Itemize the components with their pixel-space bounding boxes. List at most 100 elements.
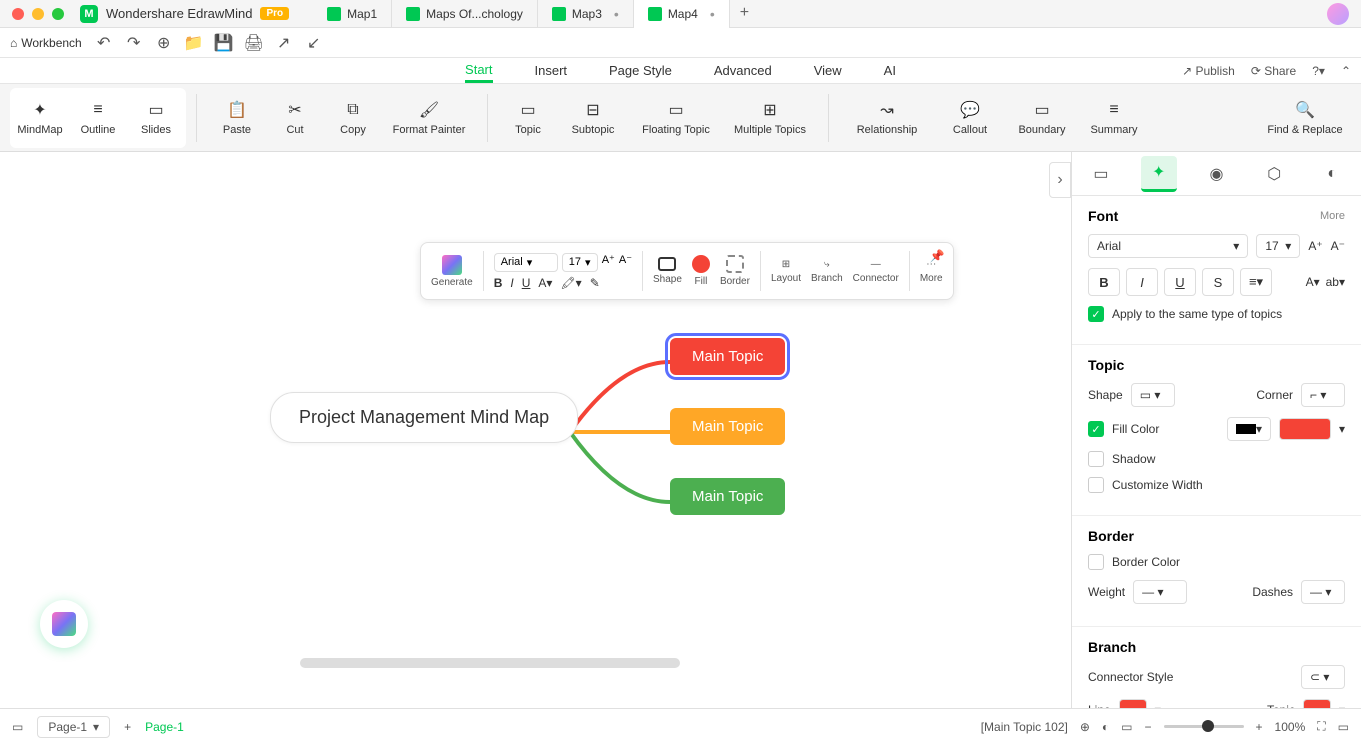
font-grow-icon[interactable]: A⁺ — [602, 253, 615, 272]
italic-button[interactable]: I — [1126, 268, 1158, 296]
zoom-slider[interactable] — [1164, 725, 1244, 728]
zoom-level[interactable]: 100% — [1275, 720, 1306, 734]
italic-button[interactable]: I — [510, 276, 513, 290]
underline-button[interactable]: U — [1164, 268, 1196, 296]
copy-button[interactable]: ⧉Copy — [325, 90, 381, 146]
canvas[interactable]: 📌 Generate Arial ▾ 17 ▾ A⁺ A⁻ B I U A▾ 🖍… — [0, 152, 1071, 708]
status-icon-1[interactable]: ⊕ — [1080, 720, 1090, 734]
panel-tab-4[interactable]: ⬡ — [1256, 156, 1292, 192]
slides-view-button[interactable]: ▭Slides — [128, 90, 184, 146]
doc-tab-maps-of[interactable]: Maps Of...chology — [392, 0, 538, 28]
horizontal-scrollbar[interactable] — [300, 658, 680, 668]
maximize-window[interactable] — [52, 8, 64, 20]
dashes-select[interactable]: — ▾ — [1301, 580, 1345, 604]
pin-icon[interactable]: 📌 — [930, 249, 945, 263]
format-painter-button[interactable]: 🖌Format Painter — [383, 90, 475, 146]
shape-button[interactable]: Shape — [653, 257, 682, 285]
shadow-checkbox[interactable] — [1088, 451, 1104, 467]
color-dropdown-icon[interactable]: ▾ — [1339, 422, 1345, 436]
menu-page-style[interactable]: Page Style — [609, 60, 672, 81]
menu-view[interactable]: View — [814, 60, 842, 81]
apply-checkbox[interactable]: ✓ — [1088, 306, 1104, 322]
import-icon[interactable]: ↙ — [306, 35, 322, 51]
page-select[interactable]: Page-1 ▾ — [37, 716, 110, 738]
connector-button[interactable]: —Connector — [853, 259, 899, 284]
border-color-checkbox[interactable] — [1088, 554, 1104, 570]
strikethrough-button[interactable]: S — [1202, 268, 1234, 296]
zoom-thumb[interactable] — [1202, 720, 1214, 732]
doc-tab-map1[interactable]: Map1 — [313, 0, 392, 28]
subtopic-button[interactable]: ⊟Subtopic — [558, 90, 628, 146]
status-icon-2[interactable]: ◐ — [1102, 720, 1109, 734]
redo-icon[interactable]: ↷ — [126, 35, 142, 51]
panel-tab-1[interactable]: ▭ — [1083, 156, 1119, 192]
paste-button[interactable]: 📋Paste — [209, 90, 265, 146]
branch-button[interactable]: ⤷Branch — [811, 259, 843, 284]
font-color-button[interactable]: A▾ — [538, 276, 552, 290]
page-tab[interactable]: Page-1 — [145, 720, 184, 734]
main-topic-3[interactable]: Main Topic — [670, 478, 785, 515]
fill-button[interactable]: Fill — [692, 255, 710, 287]
export-icon[interactable]: ↗ — [276, 35, 292, 51]
status-icon-3[interactable]: ▭ — [1121, 720, 1132, 734]
panel-tab-5[interactable]: ◐ — [1314, 156, 1350, 192]
zoom-in-button[interactable]: + — [1256, 720, 1263, 734]
font-family-select[interactable]: Arial ▾ — [494, 253, 558, 272]
main-topic-1[interactable]: Main Topic — [670, 338, 785, 375]
doc-tab-map3[interactable]: Map3• — [538, 0, 634, 28]
workbench-button[interactable]: ⌂ Workbench — [10, 36, 82, 50]
corner-select[interactable]: ⌐ ▾ — [1301, 383, 1345, 407]
open-icon[interactable]: 📁 — [186, 35, 202, 51]
bold-button[interactable]: B — [1088, 268, 1120, 296]
fill-color-swatch[interactable] — [1279, 418, 1331, 440]
multiple-topics-button[interactable]: ⊞Multiple Topics — [724, 90, 816, 146]
align-button[interactable]: ≡▾ — [1240, 268, 1272, 296]
layout-button[interactable]: ⊞Layout — [771, 259, 801, 284]
topic-color-swatch[interactable] — [1303, 699, 1331, 708]
connector-style-select[interactable]: ⊂ ▾ — [1301, 665, 1345, 689]
print-icon[interactable]: 🖨 — [246, 35, 262, 51]
menu-advanced[interactable]: Advanced — [714, 60, 772, 81]
topic-button[interactable]: ▭Topic — [500, 90, 556, 146]
custom-width-checkbox[interactable] — [1088, 477, 1104, 493]
fill-mode-select[interactable]: ▾ — [1227, 417, 1271, 441]
underline-button[interactable]: U — [522, 276, 531, 290]
line-color-swatch[interactable] — [1119, 699, 1147, 708]
close-window[interactable] — [12, 8, 24, 20]
doc-tab-map4[interactable]: Map4• — [634, 0, 730, 28]
clear-format-button[interactable]: ✎ — [590, 276, 600, 290]
mindmap-view-button[interactable]: ✦MindMap — [12, 90, 68, 146]
panel-tab-3[interactable]: ◉ — [1198, 156, 1234, 192]
outline-view-button[interactable]: ≡Outline — [70, 90, 126, 146]
fill-checkbox[interactable]: ✓ — [1088, 421, 1104, 437]
font-color-button[interactable]: A▾ — [1306, 275, 1320, 289]
user-avatar[interactable] — [1327, 3, 1349, 25]
border-button[interactable]: Border — [720, 255, 750, 287]
weight-select[interactable]: — ▾ — [1133, 580, 1187, 604]
main-topic-2[interactable]: Main Topic — [670, 408, 785, 445]
callout-button[interactable]: 💬Callout — [935, 90, 1005, 146]
font-shrink-icon[interactable]: A⁻ — [619, 253, 632, 272]
menu-ai[interactable]: AI — [884, 60, 896, 81]
text-case-button[interactable]: ab▾ — [1326, 275, 1345, 289]
share-button[interactable]: ⟳ Share — [1251, 64, 1296, 78]
menu-start[interactable]: Start — [465, 59, 492, 83]
relationship-button[interactable]: ↝Relationship — [841, 90, 933, 146]
fullscreen-icon[interactable]: ⛶ — [1317, 719, 1325, 734]
menu-insert[interactable]: Insert — [535, 60, 568, 81]
font-size-select[interactable]: 17 ▾ — [1256, 234, 1300, 258]
minimize-window[interactable] — [32, 8, 44, 20]
ai-assistant-button[interactable] — [40, 600, 88, 648]
panel-toggle-icon[interactable]: ▭ — [12, 720, 23, 734]
font-size-select[interactable]: 17 ▾ — [562, 253, 598, 272]
cut-button[interactable]: ✂Cut — [267, 90, 323, 146]
bold-button[interactable]: B — [494, 276, 503, 290]
collapse-ribbon-icon[interactable]: ⌃ — [1341, 64, 1351, 78]
boundary-button[interactable]: ▭Boundary — [1007, 90, 1077, 146]
fit-icon[interactable]: ▭ — [1338, 720, 1349, 734]
shape-select[interactable]: ▭ ▾ — [1131, 383, 1175, 407]
font-grow-icon[interactable]: A⁺ — [1308, 239, 1322, 253]
font-shrink-icon[interactable]: A⁻ — [1331, 239, 1345, 253]
zoom-out-button[interactable]: − — [1145, 720, 1152, 734]
font-family-select[interactable]: Arial ▾ — [1088, 234, 1248, 258]
